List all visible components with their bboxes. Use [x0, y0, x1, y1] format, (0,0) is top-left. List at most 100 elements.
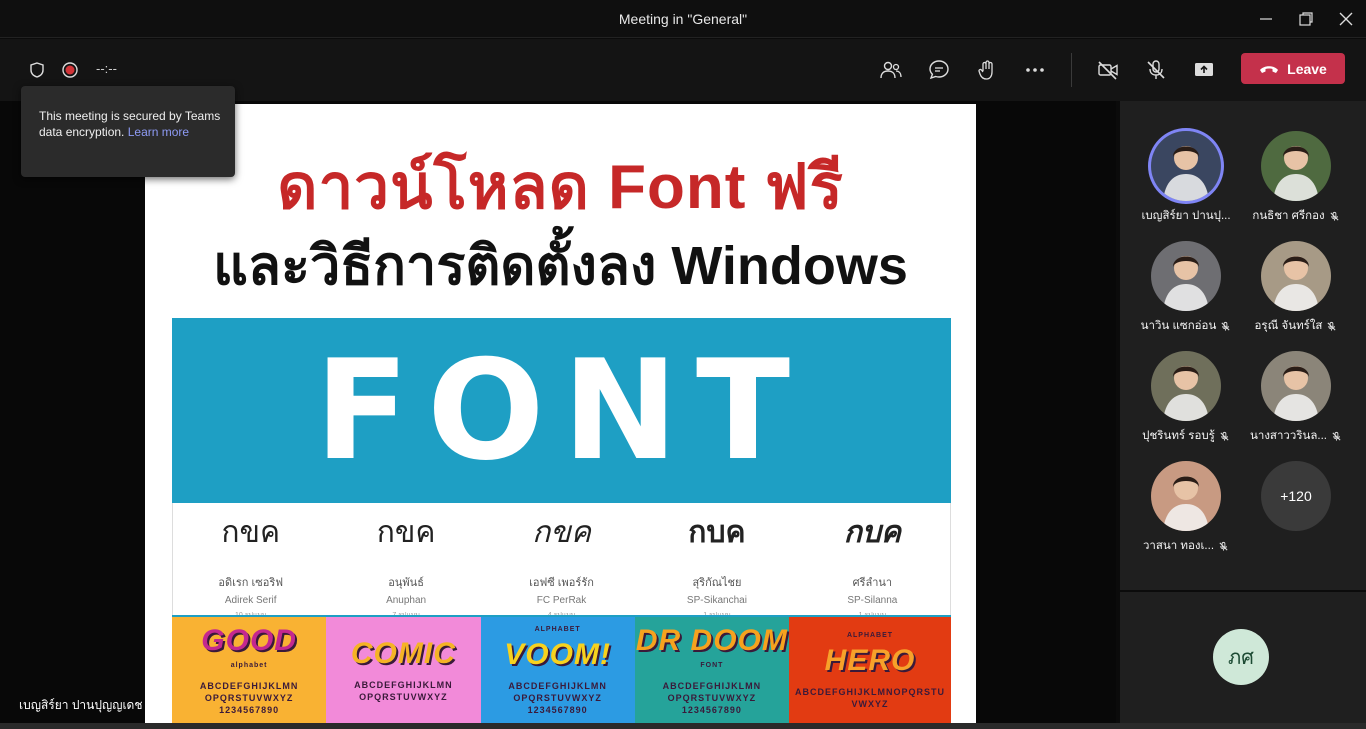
font-sample: กขค อดิเรก เซอริฟ Adirek Serif 10 รูปแบบ	[173, 503, 328, 619]
record-icon	[62, 62, 78, 78]
title-bar: Meeting in "General"	[0, 0, 1366, 38]
font-sample-glyph: กบค	[688, 515, 746, 550]
share-screen-button[interactable]	[1187, 53, 1221, 87]
avatar	[1151, 351, 1221, 421]
font-tile-alphabet: ABCDEFGHIJKLMN OPQRSTUVWXYZ	[354, 680, 453, 702]
participant-name: เบญสิร์ยา ปานปุ...	[1141, 210, 1231, 222]
window-title: Meeting in "General"	[618, 11, 748, 27]
meeting-timer: --:--	[96, 61, 117, 76]
participant-tile[interactable]: วาสนา ทองเ...	[1131, 461, 1241, 565]
font-samples-row: กขค อดิเรก เซอริฟ Adirek Serif 10 รูปแบบ…	[172, 503, 951, 619]
minimize-icon	[1260, 18, 1272, 20]
font-tile-alphabet: ABCDEFGHIJKLMN OPQRSTUVWXYZ 1234567890	[199, 681, 299, 715]
font-sample-name: SP-Sikanchai	[686, 595, 747, 606]
participant-tile[interactable]: อรุณี จันทร์ใส	[1241, 241, 1351, 345]
font-tile: DR DOOM FONT ABCDEFGHIJKLMN OPQRSTUVWXYZ…	[634, 617, 789, 723]
mic-off-icon	[1220, 431, 1229, 441]
participants-button[interactable]	[874, 53, 908, 87]
camera-off-icon	[1098, 61, 1118, 80]
font-sample-name: SP-Silanna	[847, 595, 898, 606]
participant-tile[interactable]: กนธิชา ศรีกอง	[1241, 131, 1351, 235]
font-tile-sub: ALPHABET	[534, 626, 581, 633]
shared-slide: ดาวน์โหลด Font ฟรี และวิธีการติดตั้งลง W…	[145, 104, 976, 723]
participant-name: กนธิชา ศรีกอง	[1252, 210, 1325, 222]
mic-off-icon	[1221, 321, 1230, 331]
mic-off-icon	[1332, 431, 1341, 441]
people-icon	[880, 61, 902, 79]
close-icon	[1339, 12, 1353, 26]
learn-more-link[interactable]: Learn more	[128, 125, 189, 139]
font-sample-thai-name: อดิเรก เซอริฟ	[218, 577, 284, 589]
more-participants-button[interactable]: +120	[1261, 461, 1331, 531]
recording-indicator	[53, 53, 87, 87]
font-tile-alphabet: ABCDEFGHIJKLMN OPQRSTUVWXYZ 1234567890	[508, 681, 607, 715]
font-tile-title: DR DOOM	[635, 624, 788, 657]
shared-content-stage: ดาวน์โหลด Font ฟรี และวิธีการติดตั้งลง W…	[0, 101, 1116, 723]
font-sample-thai-name: ศรีลำนา	[852, 577, 893, 589]
participant-name-row: นางสาววรินล...	[1233, 427, 1359, 445]
participant-name-row: นาวิน แซกอ่อน	[1123, 317, 1249, 335]
font-tile-title: HERO	[824, 644, 916, 677]
font-sample-glyph: กบค	[843, 515, 901, 550]
avatar	[1151, 461, 1221, 531]
font-tile-sub: alphabet	[230, 662, 268, 669]
font-banner: FONT	[172, 318, 951, 503]
restore-icon	[1299, 12, 1313, 26]
minimize-button[interactable]	[1254, 8, 1278, 30]
participant-name: อรุณี จันทร์ใส	[1254, 320, 1323, 332]
mic-off-icon	[1330, 211, 1339, 221]
avatar	[1261, 131, 1331, 201]
font-tile: COMIC ABCDEFGHIJKLMN OPQRSTUVWXYZ	[326, 617, 481, 723]
font-tile: GOOD alphabet ABCDEFGHIJKLMN OPQRSTUVWXY…	[172, 617, 327, 723]
mic-toggle-button[interactable]	[1139, 53, 1173, 87]
participant-tile[interactable]: ปุชรินทร์ รอบรู้	[1131, 351, 1241, 455]
share-screen-icon	[1195, 63, 1213, 76]
encryption-tooltip: This meeting is secured by Teams data en…	[21, 86, 235, 177]
camera-toggle-button[interactable]	[1091, 53, 1125, 87]
font-style-tiles: GOOD alphabet ABCDEFGHIJKLMN OPQRSTUVWXY…	[172, 615, 952, 723]
participant-tile[interactable]: เบญสิร์ยา ปานปุ...	[1131, 131, 1241, 235]
chat-icon	[929, 60, 949, 80]
font-tile-title: VOOM!	[504, 638, 611, 671]
reactions-button[interactable]	[970, 53, 1004, 87]
self-avatar[interactable]: ภศ	[1213, 629, 1269, 685]
restore-button[interactable]	[1294, 8, 1318, 30]
bottom-edge	[0, 723, 1366, 729]
participant-name: นาวิน แซกอ่อน	[1140, 320, 1217, 332]
presenter-name: เบญสิร์ยา ปานปุญญเดช	[19, 698, 143, 712]
avatar	[1151, 241, 1221, 311]
font-tile: ALPHABET VOOM! ABCDEFGHIJKLMN OPQRSTUVWX…	[480, 617, 635, 723]
toolbar-divider	[1071, 53, 1072, 87]
mic-off-icon	[1147, 60, 1165, 79]
leave-button[interactable]: Leave	[1241, 53, 1345, 84]
avatar	[1151, 131, 1221, 201]
more-icon	[1026, 68, 1044, 72]
avatar	[1261, 351, 1331, 421]
font-sample-thai-name: เอฟซี เพอร์รัก	[529, 577, 594, 589]
font-tile-sub: ALPHABET	[846, 632, 894, 639]
font-sample-glyph: กขค	[221, 515, 281, 550]
font-sample-thai-name: อนุพันธ์	[388, 577, 424, 589]
participant-tile[interactable]: นางสาววรินล...	[1241, 351, 1351, 455]
font-tile: ALPHABET HERO ABCDEFGHIJKLMNOPQRSTU VWXY…	[789, 617, 952, 723]
raise-hand-icon	[978, 60, 993, 80]
avatar	[1261, 241, 1331, 311]
font-sample-name: FC PerRak	[536, 595, 587, 606]
participant-name-row: ปุชรินทร์ รอบรู้	[1123, 427, 1249, 445]
font-sample-name: Anuphan	[386, 595, 427, 606]
participant-name: วาสนา ทองเ...	[1142, 540, 1215, 552]
participant-tile[interactable]: นาวิน แซกอ่อน	[1131, 241, 1241, 345]
encryption-shield-button[interactable]	[20, 53, 54, 87]
participant-name-row: เบญสิร์ยา ปานปุ...	[1123, 207, 1249, 225]
more-actions-button[interactable]	[1018, 53, 1052, 87]
banner-text: FONT	[314, 330, 809, 491]
mic-off-icon	[1327, 321, 1337, 331]
font-sample-glyph: กขค	[532, 515, 591, 550]
chat-button[interactable]	[922, 53, 956, 87]
close-button[interactable]	[1334, 8, 1358, 30]
participant-name-row: วาสนา ทองเ...	[1123, 537, 1249, 555]
font-tile-sub: FONT	[700, 662, 724, 669]
font-sample-glyph: กขค	[376, 515, 436, 550]
phone-hangup-icon	[1260, 65, 1279, 73]
mic-off-icon	[1219, 541, 1228, 551]
